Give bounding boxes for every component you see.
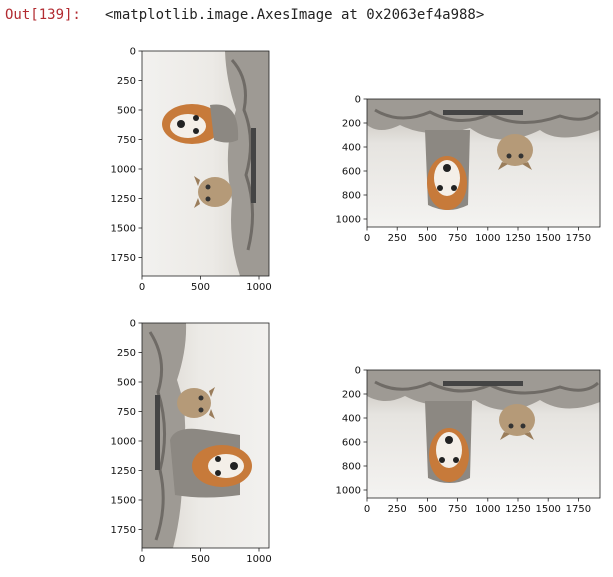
image-panel-1 [142,51,269,276]
ytick-label: 250 [117,76,136,87]
ytick-label: 400 [342,414,361,425]
xtick-label: 0 [139,554,145,565]
ytick-label: 1500 [111,496,136,507]
ytick-label: 1000 [111,165,136,176]
ytick-label: 250 [117,348,136,359]
image-panel-2 [367,99,600,227]
xtick-label: 500 [418,233,437,244]
ytick-label: 1250 [111,466,136,477]
ytick-label: 400 [342,143,361,154]
image-panel-3 [142,323,269,548]
ytick-label: 0 [355,366,361,377]
xtick-label: 750 [448,233,467,244]
xtick-label: 1000 [246,282,271,293]
ytick-label: 1750 [111,253,136,264]
xtick-label: 500 [191,554,210,565]
ytick-label: 500 [117,378,136,389]
xtick-label: 0 [364,233,370,244]
ytick-label: 0 [130,47,136,58]
ytick-label: 600 [342,167,361,178]
ytick-label: 1250 [111,194,136,205]
ytick-label: 1500 [111,224,136,235]
xtick-label: 750 [448,504,467,515]
ytick-label: 750 [117,407,136,418]
ytick-label: 1000 [111,437,136,448]
xtick-label: 1250 [505,504,530,515]
xtick-label: 1000 [246,554,271,565]
ytick-label: 500 [117,106,136,117]
ytick-label: 1750 [111,525,136,536]
xtick-label: 1250 [505,233,530,244]
ytick-label: 1000 [336,215,361,226]
figure: 025050075010001250150017500 500 1000020040… [111,47,601,565]
ytick-label: 200 [342,390,361,401]
xtick-label: 1750 [566,233,591,244]
xtick-label: 250 [388,504,407,515]
ytick-label: 0 [130,319,136,330]
ytick-label: 0 [355,95,361,106]
xtick-label: 0 [139,282,145,293]
xtick-label: 1000 [475,233,500,244]
xtick-label: 1500 [535,233,560,244]
xtick-label: 1000 [475,504,500,515]
xtick-label: 500 [191,282,210,293]
xtick-label: 250 [388,233,407,244]
ytick-label: 750 [117,135,136,146]
ytick-label: 600 [342,438,361,449]
ytick-label: 200 [342,119,361,130]
ytick-label: 800 [342,191,361,202]
xtick-label: 0 [364,504,370,515]
ytick-label: 1000 [336,486,361,497]
xtick-label: 500 [418,504,437,515]
xtick-label: 1500 [535,504,560,515]
ytick-label: 800 [342,462,361,473]
image-panel-4 [367,370,600,498]
xtick-label: 1750 [566,504,591,515]
